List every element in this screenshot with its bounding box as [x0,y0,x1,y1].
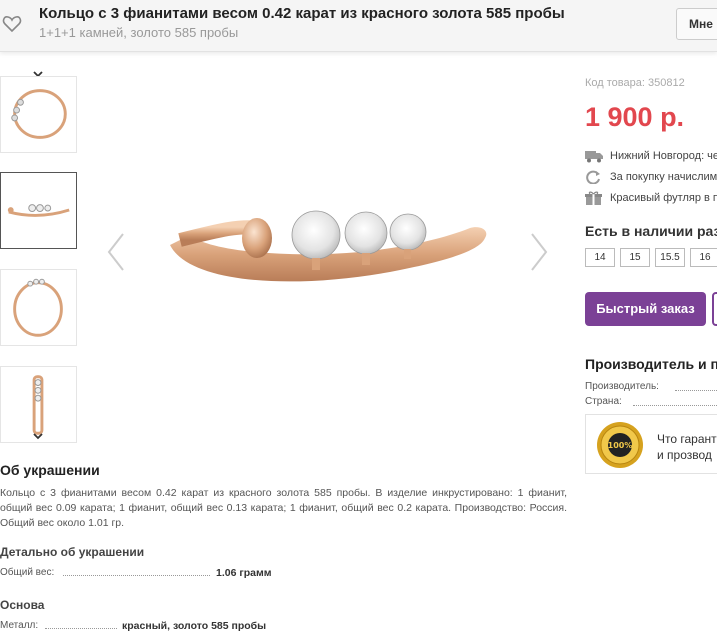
weight-row: Общий вес: 1.06 грамм [0,567,300,581]
maker-section-title: Производитель и п [585,356,717,372]
metal-value: красный, золото 585 пробы [122,620,267,632]
country-label: Страна: [585,396,622,407]
heart-icon[interactable] [2,14,22,34]
guarantee-seal-icon: 100% [597,422,643,468]
metal-row: Металл: красный, золото 585 пробы [0,620,300,634]
product-price: 1 900 р. [585,102,685,132]
size-option[interactable]: 15.5 [655,248,685,267]
add-to-cart-button[interactable] [712,292,717,326]
product-image [170,210,487,282]
product-title: Кольцо с 3 фианитами весом 0.42 карат из… [39,5,565,22]
base-title: Основа [0,598,45,612]
manufacturer-row: Производитель: [585,381,717,392]
size-option[interactable]: 16 [690,248,717,267]
guarantee-banner[interactable]: 100% Что гарант и прозвод [585,414,717,474]
chevron-down-icon[interactable] [31,430,45,442]
dotted-leader [675,390,717,391]
guarantee-line-1: Что гарант [657,432,717,446]
quick-order-button[interactable]: Быстрый заказ [585,292,706,326]
metal-label: Металл: [0,620,39,631]
weight-value: 1.06 грамм [216,567,272,579]
stock-sizes-title: Есть в наличии разм [585,223,717,239]
guarantee-line-2: и прозвод [657,448,712,462]
seal-text: 100% [608,441,633,450]
product-sku: Код товара: 350812 [585,77,685,89]
manufacturer-label: Производитель: [585,381,659,392]
gift-text: Красивый футляр в п [610,192,717,204]
weight-label: Общий вес: [0,567,55,578]
thumbnail-2[interactable] [0,172,77,249]
about-title: Об украшении [0,462,100,478]
thumbnail-1[interactable] [0,76,77,153]
about-text: Кольцо с 3 фианитами весом 0.42 карат из… [0,487,567,529]
size-option[interactable]: 14 [585,248,615,267]
bonus-text: За покупку начислим [610,171,717,183]
refresh-icon [586,170,600,184]
dotted-leader [63,575,210,576]
next-image-arrow-icon[interactable] [528,232,550,272]
guarantee-text: Что гарант и прозвод [657,431,717,463]
size-option[interactable]: 15 [620,248,650,267]
gift-icon [585,191,602,205]
country-row: Страна: [585,396,717,407]
product-subtitle: 1+1+1 камней, золото 585 пробы [39,25,239,40]
delivery-text: Нижний Новгород: че [610,150,717,162]
header-button[interactable]: Мне [676,8,717,40]
details-title: Детально об украшении [0,545,145,559]
dotted-leader [633,405,717,406]
product-header: Кольцо с 3 фианитами весом 0.42 карат из… [0,0,717,52]
thumbnail-3[interactable] [0,269,77,346]
dotted-leader [45,628,117,629]
truck-icon [585,151,603,163]
